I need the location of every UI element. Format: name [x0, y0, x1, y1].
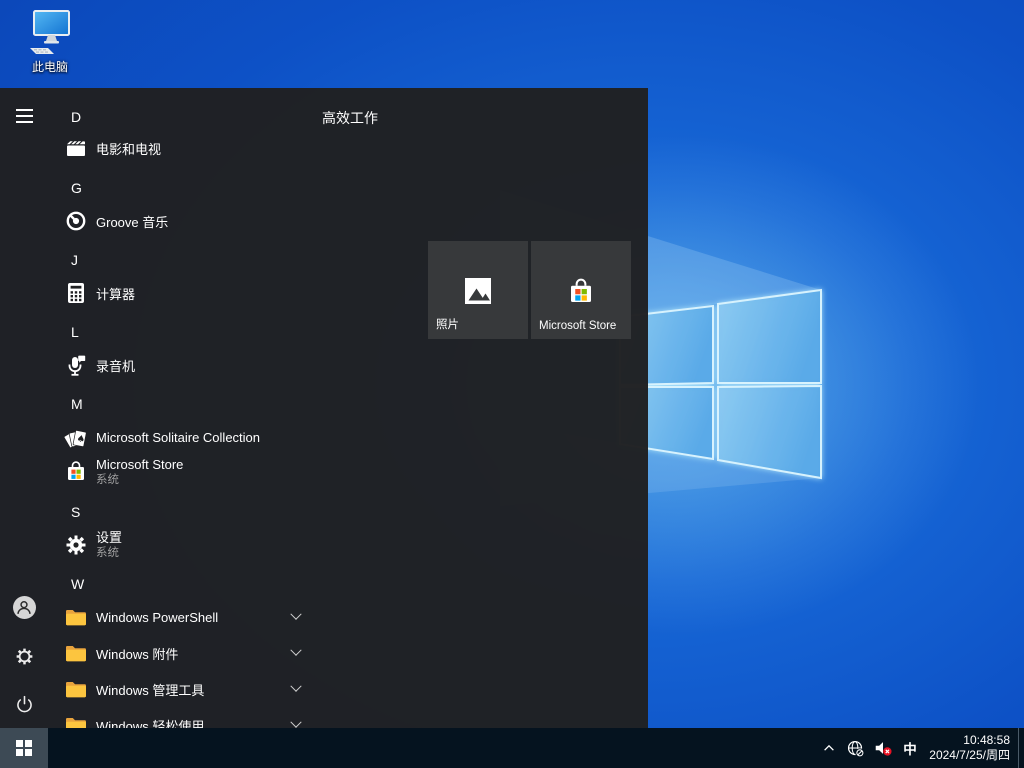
app-sublabel: 系统 [96, 546, 122, 560]
folder-icon [64, 677, 88, 701]
start-button[interactable] [0, 728, 48, 768]
desktop-icon-this-pc[interactable]: 此电脑 [12, 8, 88, 75]
tile-microsoft-store[interactable]: Microsoft Store [531, 241, 631, 339]
user-avatar-icon [13, 596, 36, 619]
windows-logo-icon [16, 740, 33, 757]
calculator-icon [64, 281, 88, 305]
chevron-down-icon [290, 609, 301, 620]
solitaire-icon: ♠ [64, 425, 88, 449]
app-item-windows-ease-of-access[interactable]: Windows 轻松使用 [48, 707, 310, 728]
app-item-microsoft-store[interactable]: Microsoft Store 系统 [48, 454, 310, 490]
app-label: Microsoft Store [96, 457, 183, 473]
chevron-down-icon [290, 645, 301, 656]
network-disconnected-icon [846, 739, 865, 758]
menu-expand-button[interactable] [0, 92, 48, 140]
gear-icon [14, 646, 35, 667]
show-hidden-icons-button[interactable] [816, 728, 842, 768]
chevron-down-icon [290, 681, 301, 692]
folder-icon [64, 605, 88, 629]
this-pc-icon [26, 8, 74, 56]
app-label: Microsoft Solitaire Collection [96, 430, 260, 445]
hamburger-icon [16, 109, 33, 122]
network-status-button[interactable] [842, 728, 869, 768]
app-list-letter-g[interactable]: G [66, 177, 102, 199]
movies-tv-icon [64, 136, 88, 160]
power-icon [14, 694, 35, 715]
clock-date: 2024/7/25/周四 [929, 748, 1010, 763]
app-item-windows-powershell[interactable]: Windows PowerShell [48, 599, 310, 635]
app-list-letter-w[interactable]: W [66, 573, 102, 595]
system-tray: 中 10:48:58 2024/7/25/周四 [816, 728, 1024, 768]
app-label: Windows 轻松使用 [96, 716, 204, 729]
app-label: 电影和电视 [96, 139, 161, 158]
app-item-windows-accessories[interactable]: Windows 附件 [48, 635, 310, 671]
start-menu: D G J L M S W 电影和电视 Groove 音乐 [0, 88, 648, 728]
folder-icon [64, 713, 88, 728]
app-item-solitaire[interactable]: ♠ Microsoft Solitaire Collection [48, 419, 310, 455]
microsoft-store-icon [64, 460, 88, 484]
app-item-calculator[interactable]: 计算器 [48, 275, 310, 311]
power-button[interactable] [0, 680, 48, 728]
tile-group-header: 高效工作 [322, 108, 378, 128]
app-item-voice-recorder[interactable]: 录音机 [48, 347, 310, 383]
taskbar-clock[interactable]: 10:48:58 2024/7/25/周四 [924, 728, 1018, 768]
settings-gear-icon [64, 533, 88, 557]
volume-muted-icon [873, 738, 893, 758]
app-label: Windows 管理工具 [96, 680, 204, 699]
settings-rail-button[interactable] [0, 632, 48, 680]
ime-indicator[interactable]: 中 [896, 728, 924, 768]
tile-label: 照片 [436, 316, 459, 332]
clock-time: 10:48:58 [963, 733, 1010, 748]
app-item-movies-tv[interactable]: 电影和电视 [48, 130, 310, 166]
chevron-down-icon [290, 717, 301, 728]
app-item-windows-admin-tools[interactable]: Windows 管理工具 [48, 671, 310, 707]
app-list-letter-d[interactable]: D [66, 106, 102, 128]
app-list-letter-s[interactable]: S [66, 501, 102, 523]
folder-icon [64, 641, 88, 665]
chevron-up-icon [822, 741, 836, 755]
app-list-letter-m[interactable]: M [66, 393, 102, 415]
show-desktop-button[interactable] [1018, 728, 1024, 768]
user-account-button[interactable] [0, 583, 48, 631]
app-label: 计算器 [96, 284, 135, 303]
voice-recorder-icon [64, 353, 88, 377]
app-label: Windows 附件 [96, 644, 178, 663]
app-list-letter-j[interactable]: J [66, 249, 102, 271]
taskbar: 中 10:48:58 2024/7/25/周四 [0, 728, 1024, 768]
app-list-letter-l[interactable]: L [66, 321, 102, 343]
desktop-icon-label: 此电脑 [32, 58, 68, 75]
app-item-groove-music[interactable]: Groove 音乐 [48, 203, 310, 239]
volume-button[interactable] [869, 728, 896, 768]
tile-label: Microsoft Store [539, 320, 616, 332]
app-label: Windows PowerShell [96, 610, 218, 625]
app-label: 录音机 [96, 356, 135, 375]
groove-music-icon [64, 209, 88, 233]
app-label: 设置 [96, 530, 122, 546]
app-label: Groove 音乐 [96, 212, 168, 231]
app-sublabel: 系统 [96, 473, 183, 487]
microsoft-store-icon [566, 277, 596, 312]
app-item-settings[interactable]: 设置 系统 [48, 527, 310, 563]
photos-icon [464, 277, 492, 310]
tile-photos[interactable]: 照片 [428, 241, 528, 339]
